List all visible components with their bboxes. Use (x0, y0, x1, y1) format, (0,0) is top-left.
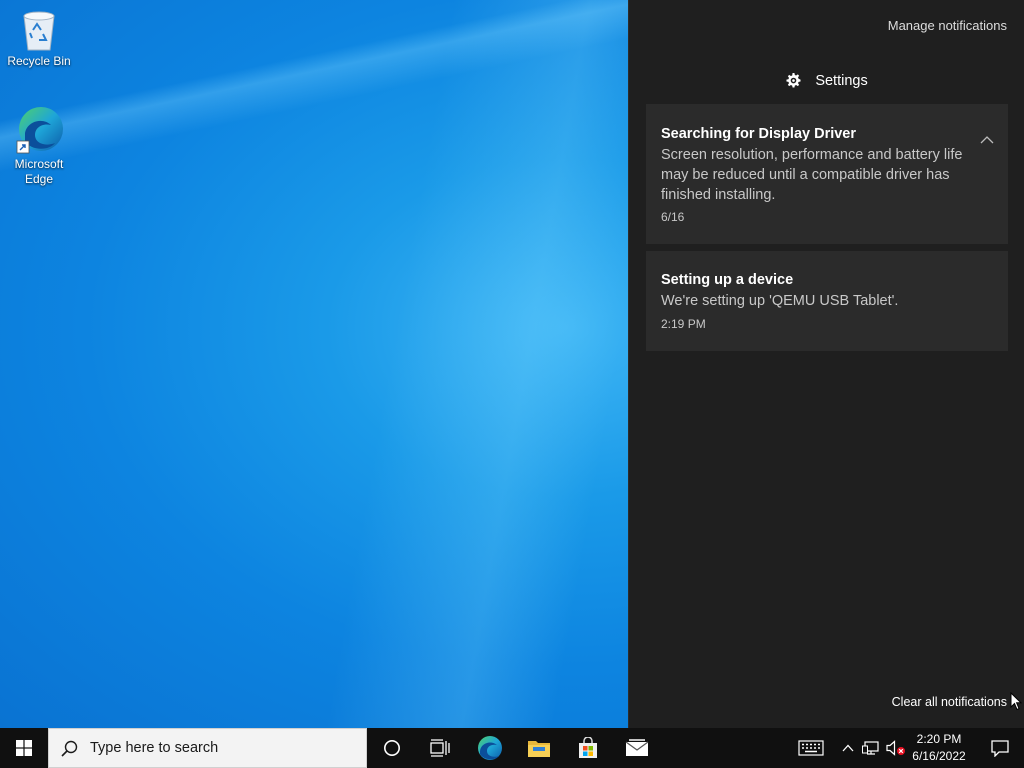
taskbar-store-button[interactable] (565, 728, 611, 768)
volume-muted-icon (886, 740, 905, 756)
recycle-bin-icon (23, 11, 55, 51)
touch-keyboard-icon (798, 740, 824, 756)
notification-group-header[interactable]: Settings (629, 73, 1024, 89)
network-button[interactable] (860, 728, 882, 768)
notification-body: Screen resolution, performance and batte… (661, 147, 963, 203)
network-icon (862, 741, 879, 755)
start-button[interactable] (0, 728, 48, 768)
taskbar-file-explorer-button[interactable] (516, 728, 562, 768)
desktop-icon-edge[interactable]: Microsoft Edge (4, 105, 74, 187)
chevron-up-icon[interactable] (980, 136, 994, 144)
store-icon (579, 737, 597, 758)
cortana-icon (384, 740, 400, 756)
clock-date: 6/16/2022 (912, 749, 966, 763)
volume-button[interactable] (884, 728, 908, 768)
chevron-up-icon (842, 744, 854, 752)
manage-notifications-link[interactable]: Manage notifications (888, 18, 1007, 33)
desktop-icon-label: Microsoft Edge (14, 157, 64, 186)
task-view-button[interactable] (418, 728, 462, 768)
cortana-button[interactable] (370, 728, 414, 768)
touch-keyboard-button[interactable] (794, 728, 828, 768)
taskbar-edge-button[interactable] (467, 728, 513, 768)
mouse-cursor-icon (1010, 692, 1022, 711)
notification-icon (991, 739, 1009, 757)
group-header-label: Settings (815, 73, 868, 89)
edge-icon (478, 736, 502, 760)
desktop[interactable]: Recycle Bin Microsoft Edge (0, 0, 628, 728)
mail-icon (625, 739, 649, 756)
clock-time: 2:20 PM (916, 732, 962, 746)
taskbar-clock[interactable]: 2:20 PM 6/16/2022 (906, 728, 972, 768)
desktop-icon-label: Recycle Bin (7, 54, 71, 68)
notification-body: We're setting up 'QEMU USB Tablet'. (661, 293, 899, 309)
notification-title: Searching for Display Driver (661, 126, 857, 142)
notification-card-device-setup[interactable]: Setting up a device We're setting up 'QE… (646, 251, 1008, 351)
start-icon (16, 740, 32, 756)
notification-time: 6/16 (661, 210, 685, 224)
action-center-button[interactable] (976, 728, 1024, 768)
gear-icon (786, 73, 801, 88)
notification-title: Setting up a device (661, 272, 794, 288)
taskbar-search-box[interactable] (48, 728, 367, 768)
task-view-icon (430, 739, 450, 757)
clear-all-notifications-link[interactable]: Clear all notifications (892, 695, 1007, 709)
file-explorer-icon (528, 741, 550, 757)
notification-time: 2:19 PM (661, 317, 706, 331)
search-icon (61, 740, 78, 757)
taskbar: 2:20 PM 6/16/2022 (0, 728, 1024, 768)
edge-icon (16, 107, 63, 154)
taskbar-mail-button[interactable] (614, 728, 660, 768)
notification-card-display-driver[interactable]: Searching for Display Driver Screen reso… (646, 104, 1008, 244)
action-center: Manage notifications Settings Searching … (628, 0, 1024, 728)
search-input[interactable] (88, 739, 342, 757)
screen: Recycle Bin Microsoft Edge Manage notifi… (0, 0, 1024, 768)
show-hidden-icons-button[interactable] (838, 728, 858, 768)
desktop-icon-recycle-bin[interactable]: Recycle Bin (4, 8, 74, 69)
